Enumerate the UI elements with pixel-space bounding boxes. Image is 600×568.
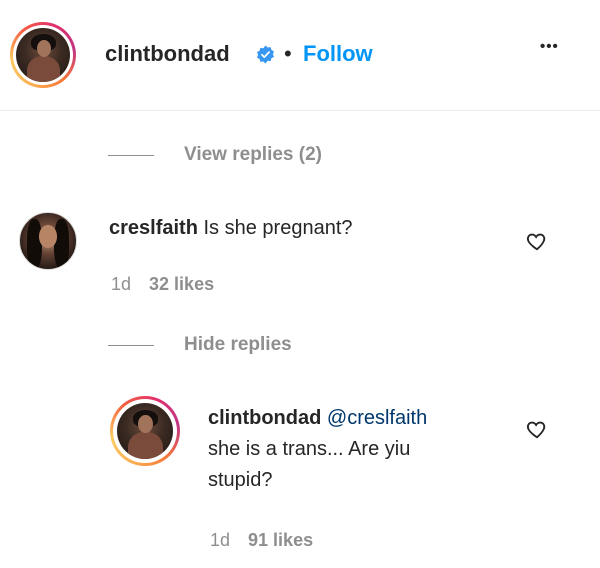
comment-body: creslfaith Is she pregnant? <box>109 213 353 244</box>
story-ring[interactable] <box>10 22 76 88</box>
comment-username[interactable]: creslfaith <box>109 217 198 239</box>
reply-mention[interactable]: @creslfaith <box>327 407 427 429</box>
reply-story-ring[interactable] <box>110 396 180 466</box>
reply-author-avatar <box>117 403 173 459</box>
verified-badge-icon <box>256 45 275 64</box>
comment-likes[interactable]: 32 likes <box>149 274 214 294</box>
follow-button[interactable]: Follow <box>303 41 373 67</box>
commenter-avatar[interactable] <box>19 212 77 270</box>
comment-meta: 1d 32 likes <box>111 274 214 295</box>
view-replies-label: View replies (2) <box>184 144 322 165</box>
divider-line <box>108 154 154 156</box>
view-replies-button[interactable]: View replies (2) <box>108 144 322 166</box>
hide-replies-button[interactable]: Hide replies <box>108 334 292 356</box>
reply-body: clintbondad @creslfaith she is a trans..… <box>208 403 508 496</box>
more-options-icon[interactable]: ••• <box>540 38 559 55</box>
post-header: clintbondad • Follow ••• <box>0 0 600 111</box>
reply-likes[interactable]: 91 likes <box>248 530 313 550</box>
reply-age[interactable]: 1d <box>210 530 230 550</box>
reply-line-1: clintbondad @creslfaith <box>208 403 508 434</box>
reply-username[interactable]: clintbondad <box>208 407 321 429</box>
reply-meta: 1d 91 likes <box>210 530 313 551</box>
comment-age[interactable]: 1d <box>111 274 131 294</box>
divider-line <box>108 344 154 346</box>
heart-icon[interactable] <box>526 230 548 252</box>
separator-dot: • <box>284 41 292 66</box>
reply-text-line-1: she is a trans... Are yiu <box>208 438 411 460</box>
header-username[interactable]: clintbondad <box>105 41 230 67</box>
author-avatar <box>16 28 70 82</box>
heart-icon[interactable] <box>526 418 548 440</box>
reply-text-line-2: stupid? <box>208 469 273 491</box>
hide-replies-label: Hide replies <box>184 334 292 355</box>
comment-text: Is she pregnant? <box>203 217 353 239</box>
